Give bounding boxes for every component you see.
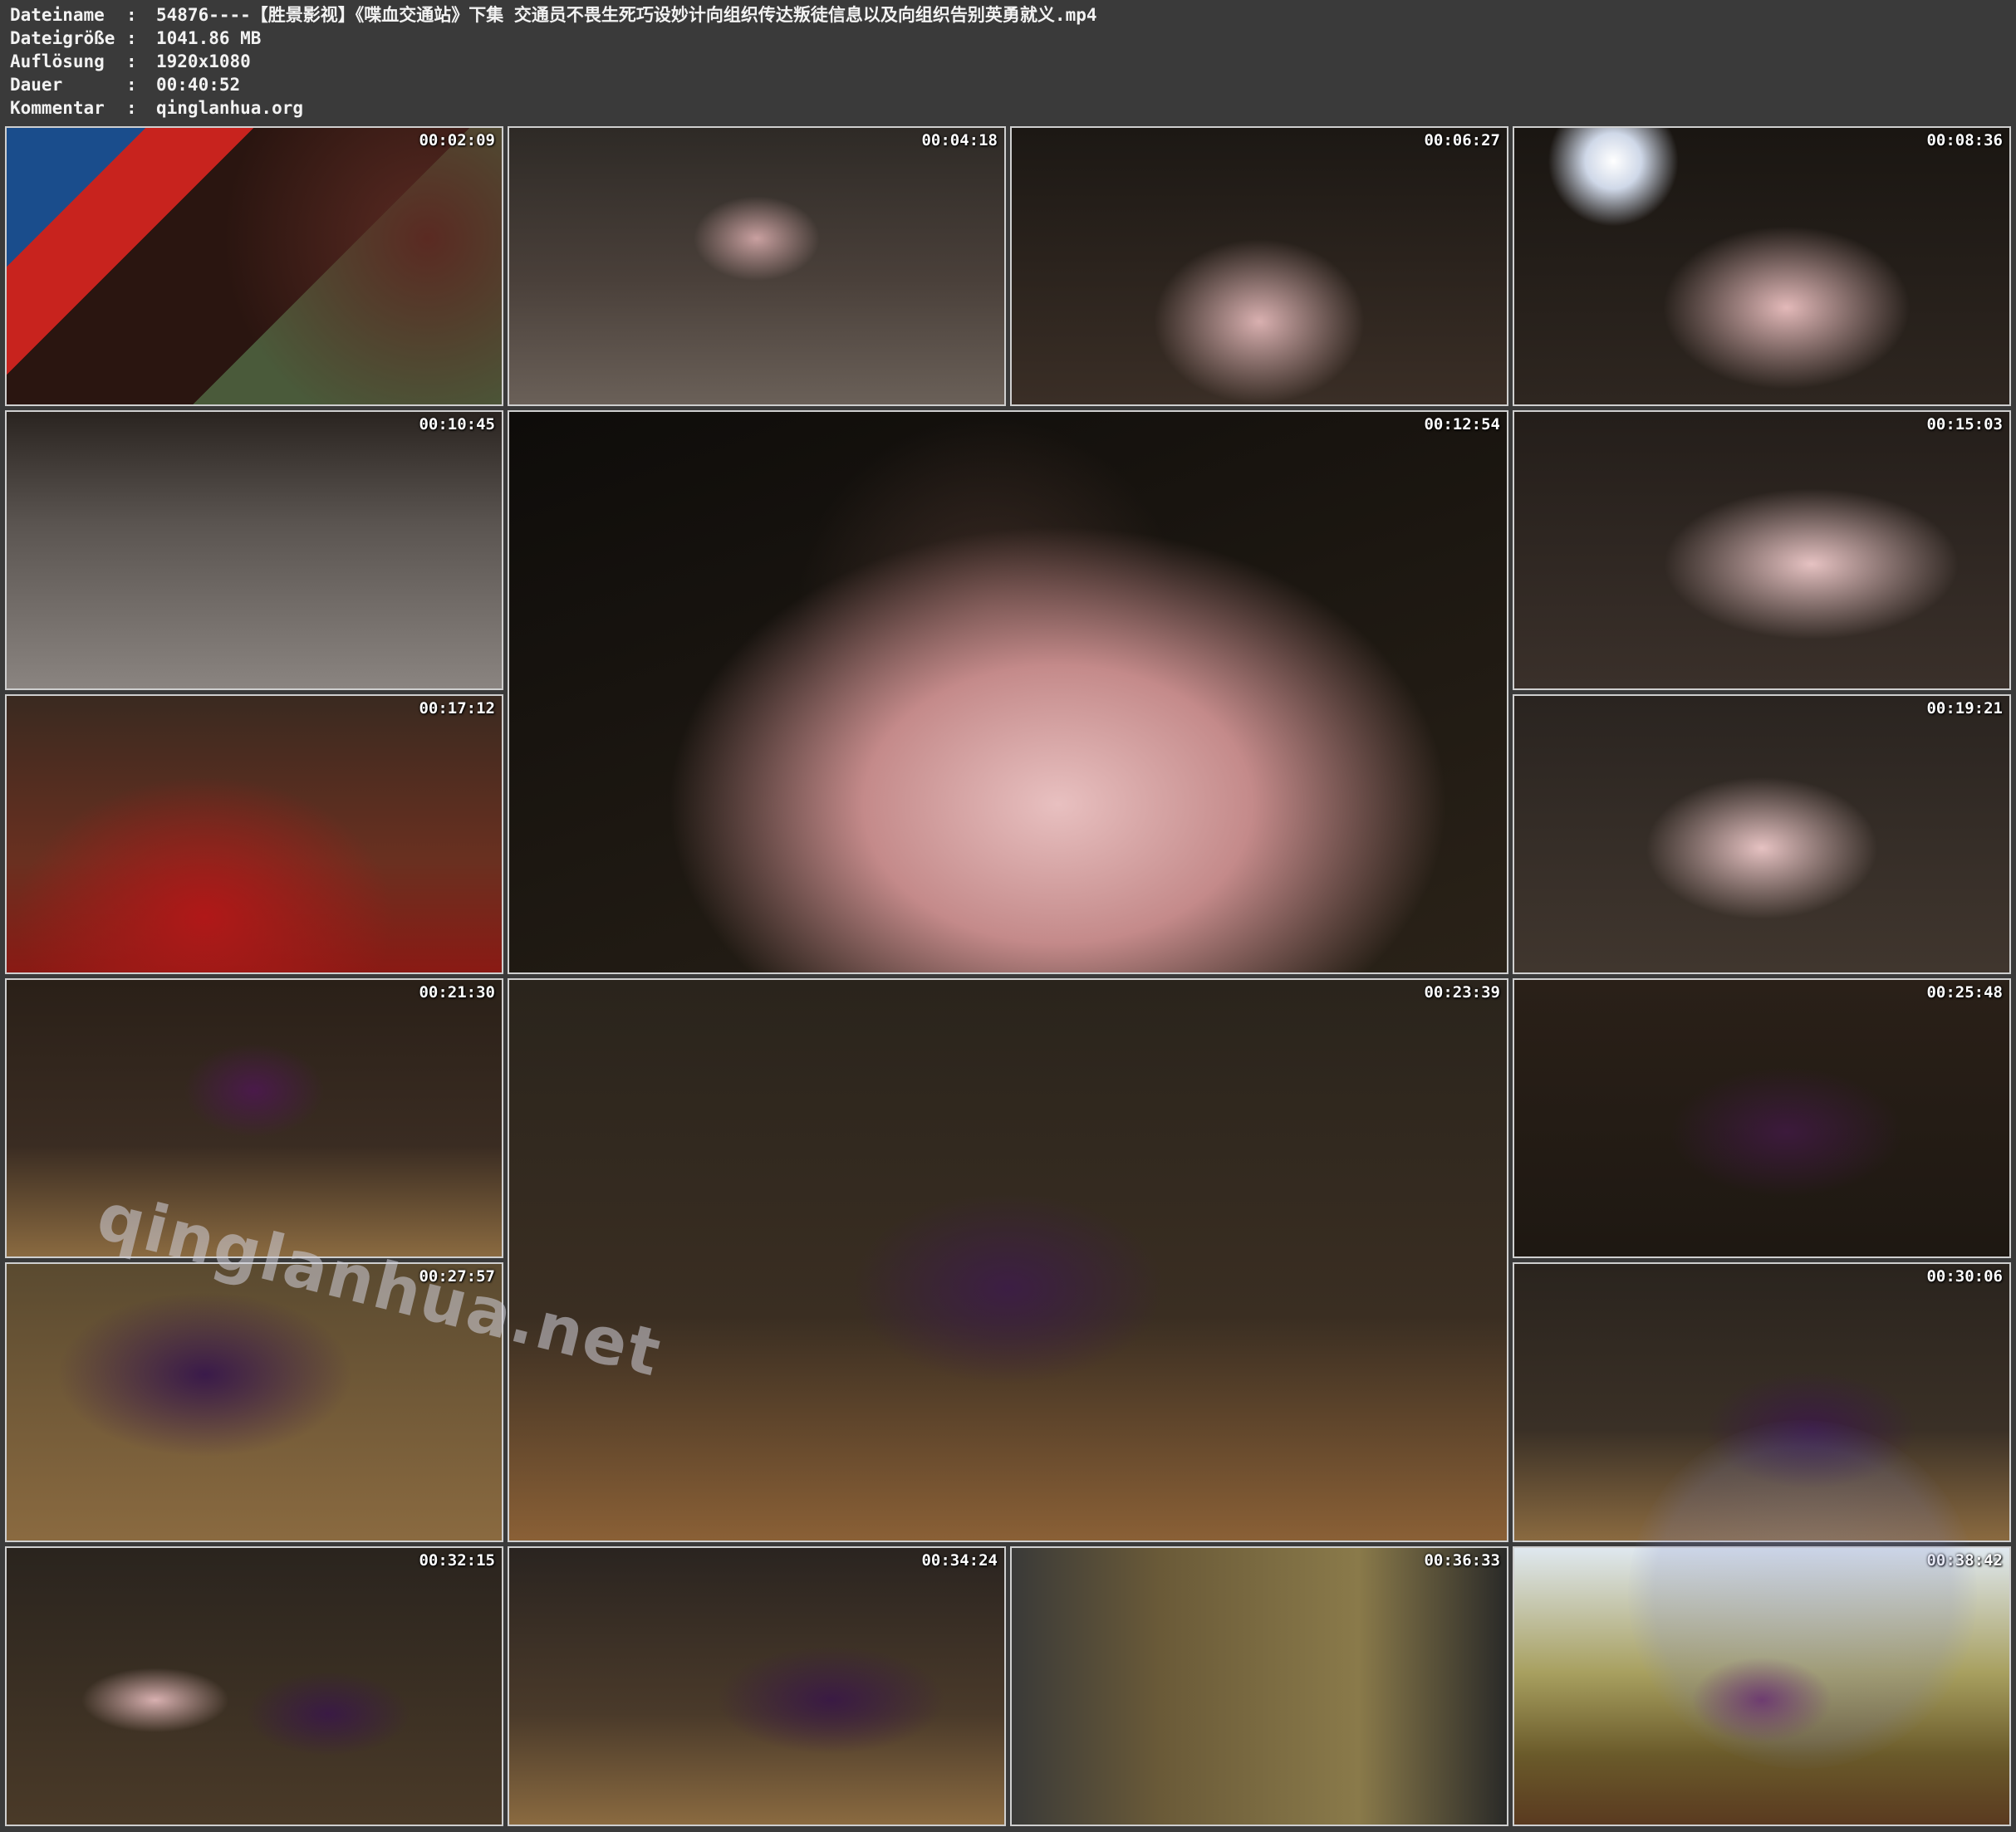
thumbnail-frame xyxy=(509,980,1507,1541)
thumbnail-frame xyxy=(1514,1548,2009,1825)
video-thumbnail[interactable]: 00:02:09 xyxy=(5,126,503,406)
thumbnail-frame xyxy=(1514,696,2009,972)
thumbnail-frame xyxy=(1514,412,2009,688)
video-thumbnail[interactable]: 00:21:30 xyxy=(5,978,503,1258)
meta-row-resolution: Auflösung:1920x1080 xyxy=(10,50,1097,73)
timestamp-label: 00:30:06 xyxy=(1926,1267,2003,1286)
timestamp-label: 00:12:54 xyxy=(1424,415,1500,434)
meta-value: qinglanhua.org xyxy=(156,98,304,118)
timestamp-label: 00:38:42 xyxy=(1926,1551,2003,1570)
thumbnail-frame xyxy=(1012,1548,1507,1825)
meta-key: Dateigröße xyxy=(10,28,115,48)
thumbnail-grid: 00:02:09 00:04:18 00:06:27 00:08:36 00:10:45… xyxy=(5,126,2011,1827)
video-thumbnail[interactable]: 00:23:39 xyxy=(508,978,1508,1542)
meta-value: 1920x1080 xyxy=(156,51,251,71)
meta-separator: : xyxy=(126,51,137,71)
meta-key: Kommentar xyxy=(10,98,105,118)
thumbnail-frame xyxy=(509,1548,1004,1825)
thumbnail-frame xyxy=(1012,128,1507,404)
timestamp-label: 00:02:09 xyxy=(419,131,495,149)
timestamp-label: 00:17:12 xyxy=(419,699,495,718)
video-thumbnail[interactable]: 00:15:03 xyxy=(1513,410,2011,690)
thumbnail-frame xyxy=(509,412,1507,972)
timestamp-label: 00:06:27 xyxy=(1424,131,1500,149)
timestamp-label: 00:32:15 xyxy=(419,1551,495,1570)
meta-key: Dauer xyxy=(10,75,63,95)
meta-row-comment: Kommentar: qinglanhua.org xyxy=(10,96,1097,120)
video-thumbnail[interactable]: 00:17:12 xyxy=(5,694,503,974)
video-thumbnail[interactable]: 00:36:33 xyxy=(1010,1546,1508,1826)
video-thumbnail[interactable]: 00:08:36 xyxy=(1513,126,2011,406)
video-thumbnail[interactable]: 00:12:54 xyxy=(508,410,1508,974)
meta-separator: : xyxy=(126,5,137,25)
file-metadata: Dateiname:54876----【胜景影视】《喋血交通站》下集 交通员不畏… xyxy=(10,3,1097,120)
video-thumbnail[interactable]: 00:10:45 xyxy=(5,410,503,690)
thumbnail-frame xyxy=(1514,1264,2009,1541)
video-thumbnail[interactable]: 00:38:42 xyxy=(1513,1546,2011,1826)
timestamp-label: 00:10:45 xyxy=(419,415,495,434)
meta-value: 54876----【胜景影视】《喋血交通站》下集 交通员不畏生死巧设妙计向组织传… xyxy=(156,5,1097,25)
video-thumbnail[interactable]: 00:19:21 xyxy=(1513,694,2011,974)
video-thumbnail[interactable]: 00:34:24 xyxy=(508,1546,1006,1826)
meta-separator: : xyxy=(126,28,137,48)
thumbnail-frame xyxy=(1514,980,2009,1256)
thumbnail-frame xyxy=(7,1264,502,1541)
timestamp-label: 00:21:30 xyxy=(419,983,495,1002)
video-thumbnail[interactable]: 00:32:15 xyxy=(5,1546,503,1826)
timestamp-label: 00:27:57 xyxy=(419,1267,495,1286)
meta-separator: : xyxy=(126,98,137,118)
meta-separator: : xyxy=(126,75,137,95)
meta-row-duration: Dauer:00:40:52 xyxy=(10,73,1097,96)
thumbnail-frame xyxy=(7,412,502,688)
thumbnail-frame xyxy=(509,128,1004,404)
timestamp-label: 00:23:39 xyxy=(1424,983,1500,1002)
video-thumbnail[interactable]: 00:25:48 xyxy=(1513,978,2011,1258)
video-thumbnail[interactable]: 00:06:27 xyxy=(1010,126,1508,406)
meta-key: Dateiname xyxy=(10,5,105,25)
thumbnail-frame xyxy=(7,696,502,972)
meta-row-filesize: Dateigröße:1041.86 MB xyxy=(10,27,1097,50)
thumbnail-frame xyxy=(1514,128,2009,404)
timestamp-label: 00:19:21 xyxy=(1926,699,2003,718)
meta-key: Auflösung xyxy=(10,51,105,71)
timestamp-label: 00:04:18 xyxy=(921,131,998,149)
video-thumbnail[interactable]: 00:04:18 xyxy=(508,126,1006,406)
timestamp-label: 00:15:03 xyxy=(1926,415,2003,434)
meta-value: 00:40:52 xyxy=(156,75,241,95)
meta-value: 1041.86 MB xyxy=(156,28,262,48)
video-thumbnail[interactable]: 00:27:57 xyxy=(5,1262,503,1542)
meta-row-filename: Dateiname:54876----【胜景影视】《喋血交通站》下集 交通员不畏… xyxy=(10,3,1097,27)
thumbnail-frame xyxy=(7,128,502,404)
timestamp-label: 00:25:48 xyxy=(1926,983,2003,1002)
thumbnail-frame xyxy=(7,980,502,1256)
thumbnail-frame xyxy=(7,1548,502,1825)
timestamp-label: 00:36:33 xyxy=(1424,1551,1500,1570)
timestamp-label: 00:08:36 xyxy=(1926,131,2003,149)
video-thumbnail[interactable]: 00:30:06 xyxy=(1513,1262,2011,1542)
timestamp-label: 00:34:24 xyxy=(921,1551,998,1570)
